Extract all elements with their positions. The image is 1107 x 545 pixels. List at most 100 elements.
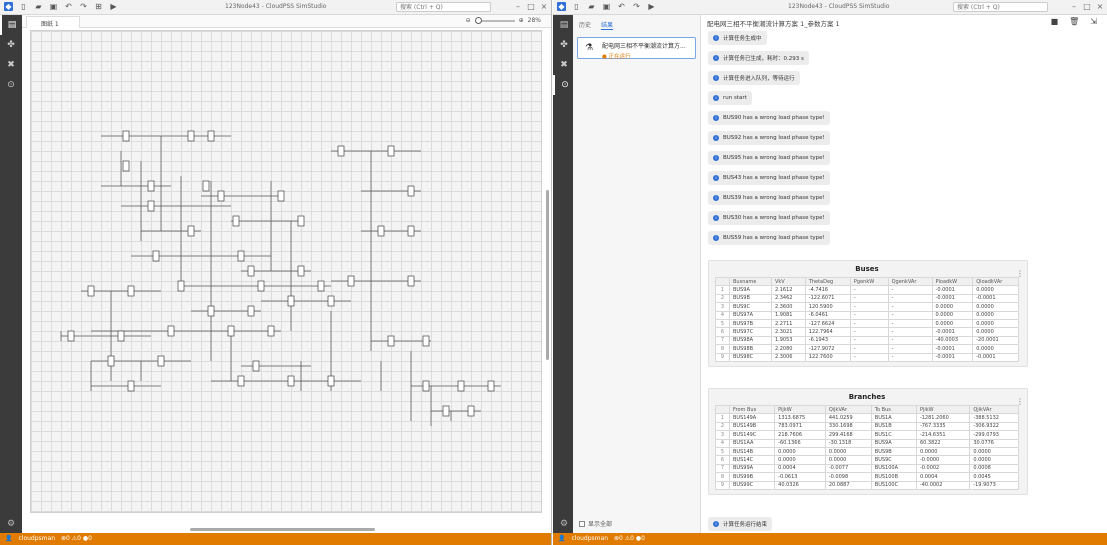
- maximize-icon[interactable]: □: [1083, 2, 1091, 11]
- more-options-icon[interactable]: ⋮: [1016, 397, 1024, 406]
- bus-node[interactable]: [237, 375, 245, 387]
- open-folder-icon[interactable]: ▰: [587, 2, 596, 11]
- explorer-icon[interactable]: ▤: [553, 15, 575, 35]
- save-icon[interactable]: ▣: [49, 2, 58, 11]
- zoom-slider[interactable]: [474, 16, 515, 24]
- bus-node[interactable]: [487, 380, 495, 392]
- column-header[interactable]: QgenkVAr: [887, 276, 933, 287]
- table-row[interactable]: 2 BUS9B 2.3462 -122.6071- - -0.0001 -0.0001: [715, 293, 1019, 304]
- status-counts[interactable]: ⊗0 ⚠0 ●0: [61, 533, 92, 545]
- bus-node[interactable]: [297, 215, 305, 227]
- table-row[interactable]: 3 BUS9C 2.3600 120.5900- -0.0000 0.0000: [715, 302, 1019, 312]
- bus-node[interactable]: [387, 335, 395, 347]
- table-row[interactable]: 3 BUS149C 218.7606 299.4168 BUS1C -214.6351 -2…: [715, 430, 1019, 440]
- bus-node[interactable]: [377, 225, 385, 237]
- zoom-slider-knob[interactable]: [474, 16, 482, 24]
- bus-node[interactable]: [122, 130, 130, 142]
- app-logo-icon[interactable]: ◆: [4, 2, 13, 11]
- bus-node[interactable]: [337, 145, 345, 157]
- bus-node[interactable]: [67, 330, 75, 342]
- status-user[interactable]: cloudpsman: [571, 533, 608, 545]
- column-header[interactable]: PijkW: [774, 404, 826, 415]
- bus-node[interactable]: [327, 295, 335, 307]
- bus-node[interactable]: [217, 190, 225, 202]
- zoom-in-icon[interactable]: ⊕: [519, 17, 524, 24]
- bus-node[interactable]: [187, 130, 195, 142]
- table-row[interactable]: 7 BUS99A 0.0004 -0.0077 BUS100A -0.0002 0.0008: [715, 463, 1019, 474]
- bus-node[interactable]: [457, 380, 465, 392]
- bus-node[interactable]: [317, 280, 325, 292]
- bus-node[interactable]: [117, 330, 125, 342]
- redo-icon[interactable]: ↷: [79, 2, 88, 11]
- export-icon[interactable]: ⇲: [1090, 17, 1097, 26]
- bus-node[interactable]: [467, 405, 475, 417]
- table-row[interactable]: 8 BUS99B -0.0613 -0.0098 BUS100B 0.0004 0.0045: [715, 472, 1019, 482]
- tools-icon[interactable]: ✖: [0, 55, 22, 75]
- more-options-icon[interactable]: ⋮: [1016, 269, 1024, 278]
- bus-node[interactable]: [167, 325, 175, 337]
- save-icon[interactable]: ▣: [602, 2, 611, 11]
- column-header[interactable]: PgenkW: [849, 276, 889, 287]
- tab-results[interactable]: 结果: [601, 20, 614, 30]
- table-row[interactable]: 1 BUS149A 1313.6875 441.0259 BUS1A -1281.2060…: [715, 413, 1019, 423]
- bus-node[interactable]: [422, 380, 430, 392]
- column-header[interactable]: ThetaDeg: [804, 276, 851, 287]
- maximize-icon[interactable]: □: [527, 2, 535, 11]
- table-row[interactable]: 9 BUS99C 40.0326 20.0887 BUS100C -40.0002 -19.…: [715, 480, 1019, 490]
- bus-node[interactable]: [127, 380, 135, 392]
- table-row[interactable]: 6 BUS97C 2.3021 122.7964- - -0.0001 0.0000: [715, 327, 1019, 337]
- tab-history[interactable]: 历史: [579, 20, 591, 30]
- column-header[interactable]: QjikVAr: [969, 404, 1019, 415]
- column-header[interactable]: To Bus: [870, 404, 917, 415]
- search-input[interactable]: [396, 2, 491, 12]
- tab-diagram-1[interactable]: 图纸 1: [26, 16, 80, 28]
- table-row[interactable]: 5 BUS97B 2.2711 -127.6624- -0.0000 0.0000: [715, 318, 1019, 329]
- app-logo-icon[interactable]: ◆: [557, 2, 566, 11]
- run-icon[interactable]: ▶: [109, 2, 118, 11]
- undo-icon[interactable]: ↶: [617, 2, 626, 11]
- diagram-canvas[interactable]: [30, 30, 542, 513]
- table-row[interactable]: 7 BUS98A 1.9053 -6.1943- - -40.0003 -20.0001: [715, 335, 1019, 346]
- stop-icon[interactable]: ■: [1051, 17, 1059, 26]
- bus-node[interactable]: [122, 160, 130, 172]
- column-header[interactable]: QloadkVAr: [972, 276, 1019, 287]
- bus-node[interactable]: [287, 295, 295, 307]
- bus-node[interactable]: [267, 325, 275, 337]
- close-icon[interactable]: ×: [1096, 2, 1104, 11]
- bus-node[interactable]: [407, 185, 415, 197]
- column-header[interactable]: [715, 276, 730, 287]
- table-row[interactable]: 9 BUS98C 2.3006 122.7600- - -0.0001 -0.0001: [715, 352, 1019, 362]
- column-header[interactable]: From Bus: [728, 404, 776, 415]
- bus-node[interactable]: [227, 325, 235, 337]
- bus-node[interactable]: [247, 265, 255, 277]
- bus-node[interactable]: [87, 285, 95, 297]
- bus-node[interactable]: [232, 215, 240, 227]
- components-icon[interactable]: ✤: [553, 35, 575, 55]
- bus-node[interactable]: [252, 360, 260, 372]
- bus-node[interactable]: [177, 280, 185, 292]
- column-header[interactable]: PloadkW: [931, 276, 974, 287]
- bus-node[interactable]: [327, 375, 335, 387]
- network-diagram[interactable]: [31, 31, 543, 514]
- run-config-icon[interactable]: ⊙: [0, 75, 22, 95]
- bus-node[interactable]: [297, 265, 305, 277]
- column-header[interactable]: Busname: [729, 276, 772, 287]
- show-all-toggle[interactable]: 显示全部: [579, 519, 612, 528]
- bus-node[interactable]: [127, 285, 135, 297]
- table-row[interactable]: 5 BUS14B 0.0000 0.0000 BUS9B 0.0000 0.0000: [715, 446, 1019, 457]
- settings-gear-icon[interactable]: ⚙: [0, 519, 22, 529]
- bus-node[interactable]: [422, 335, 430, 347]
- job-item[interactable]: ⚗ 配电网三相不平衡潮流计算方... ● 正在运行: [577, 37, 696, 60]
- column-header[interactable]: QijkVAr: [824, 404, 872, 415]
- bus-node[interactable]: [347, 275, 355, 287]
- bus-node[interactable]: [202, 180, 210, 192]
- table-row[interactable]: 4 BUS97A 1.9081 -6.0461- -0.0000 0.0000: [715, 310, 1019, 320]
- open-folder-icon[interactable]: ▰: [34, 2, 43, 11]
- redo-icon[interactable]: ↷: [632, 2, 641, 11]
- show-all-checkbox[interactable]: [579, 520, 585, 527]
- bus-node[interactable]: [237, 250, 245, 262]
- bus-node[interactable]: [387, 145, 395, 157]
- column-header[interactable]: [715, 404, 730, 415]
- close-icon[interactable]: ×: [540, 2, 548, 11]
- bus-node[interactable]: [257, 280, 265, 292]
